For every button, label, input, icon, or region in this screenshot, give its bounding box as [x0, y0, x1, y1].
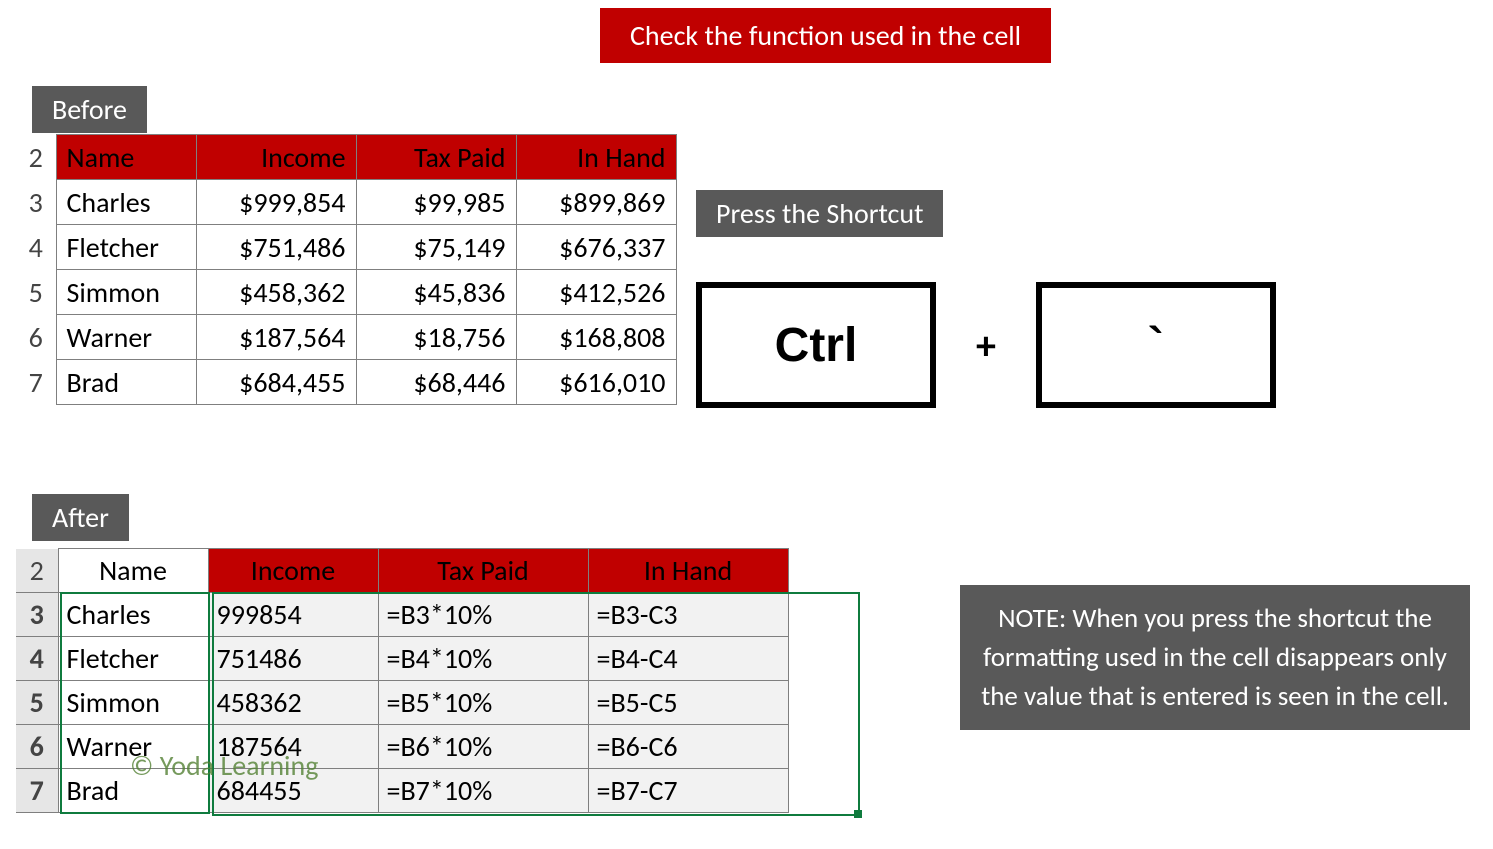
- table-row: 5 Simmon $458,362 $45,836 $412,526: [16, 270, 676, 315]
- row-number: 2: [16, 135, 56, 180]
- cell-tax: =B6*10%: [378, 725, 588, 769]
- before-label: Before: [32, 86, 147, 133]
- cell-inhand: =B6-C6: [588, 725, 788, 769]
- cell-income: 751486: [208, 637, 378, 681]
- row-number: 4: [16, 225, 56, 270]
- cell-tax: =B3*10%: [378, 593, 588, 637]
- keycap-backtick: `: [1036, 282, 1276, 408]
- col-tax: Tax Paid: [378, 549, 588, 593]
- cell-inhand: $899,869: [516, 180, 676, 225]
- table-row: 3 Charles $999,854 $99,985 $899,869: [16, 180, 676, 225]
- row-number: 2: [16, 549, 58, 593]
- col-inhand: In Hand: [516, 135, 676, 180]
- cell-tax: $99,985: [356, 180, 516, 225]
- row-number: 7: [16, 769, 58, 813]
- col-tax: Tax Paid: [356, 135, 516, 180]
- row-number: 5: [16, 270, 56, 315]
- title-banner: Check the function used in the cell: [600, 8, 1051, 63]
- table-header-row: 2 Name Income Tax Paid In Hand: [16, 135, 676, 180]
- cell-inhand: $616,010: [516, 360, 676, 405]
- keycap-area: Ctrl + `: [696, 282, 1276, 408]
- cell-name: Simmon: [56, 270, 196, 315]
- row-number: 3: [16, 593, 58, 637]
- row-number: 7: [16, 360, 56, 405]
- row-number: 3: [16, 180, 56, 225]
- col-income: Income: [196, 135, 356, 180]
- cell-name: Charles: [58, 593, 208, 637]
- cell-inhand: =B3-C3: [588, 593, 788, 637]
- cell-income: $684,455: [196, 360, 356, 405]
- table-row: 6 Warner $187,564 $18,756 $168,808: [16, 315, 676, 360]
- cell-tax: $68,446: [356, 360, 516, 405]
- table-row: 4 Fletcher 751486 =B4*10% =B4-C4: [16, 637, 788, 681]
- row-number: 6: [16, 725, 58, 769]
- cell-income: $187,564: [196, 315, 356, 360]
- cell-inhand: $676,337: [516, 225, 676, 270]
- table-row: 5 Simmon 458362 =B5*10% =B5-C5: [16, 681, 788, 725]
- table-row: 3 Charles 999854 =B3*10% =B3-C3: [16, 593, 788, 637]
- row-number: 4: [16, 637, 58, 681]
- cell-name: Simmon: [58, 681, 208, 725]
- selection-handle-icon: [854, 810, 862, 818]
- table-row: 4 Fletcher $751,486 $75,149 $676,337: [16, 225, 676, 270]
- shortcut-label: Press the Shortcut: [696, 190, 943, 237]
- cell-income: $458,362: [196, 270, 356, 315]
- table-row: 7 Brad $684,455 $68,446 $616,010: [16, 360, 676, 405]
- row-number: 5: [16, 681, 58, 725]
- cell-income: $999,854: [196, 180, 356, 225]
- cell-name: Fletcher: [56, 225, 196, 270]
- cell-tax: =B5*10%: [378, 681, 588, 725]
- plus-icon: +: [976, 321, 996, 370]
- cell-tax: $18,756: [356, 315, 516, 360]
- cell-income: 458362: [208, 681, 378, 725]
- after-label: After: [32, 494, 129, 541]
- cell-inhand: =B7-C7: [588, 769, 788, 813]
- note-box: NOTE: When you press the shortcut the fo…: [960, 585, 1470, 730]
- cell-income: 999854: [208, 593, 378, 637]
- keycap-ctrl: Ctrl: [696, 282, 936, 408]
- cell-tax: =B4*10%: [378, 637, 588, 681]
- cell-tax: $45,836: [356, 270, 516, 315]
- cell-inhand: $412,526: [516, 270, 676, 315]
- cell-tax: =B7*10%: [378, 769, 588, 813]
- cell-inhand: =B5-C5: [588, 681, 788, 725]
- cell-name: Fletcher: [58, 637, 208, 681]
- cell-inhand: =B4-C4: [588, 637, 788, 681]
- cell-name: Brad: [56, 360, 196, 405]
- cell-income: $751,486: [196, 225, 356, 270]
- table-header-row: 2 Name Income Tax Paid In Hand: [16, 549, 788, 593]
- watermark: © Yoda Learning: [130, 748, 318, 783]
- col-income: Income: [208, 549, 378, 593]
- before-table: 2 Name Income Tax Paid In Hand 3 Charles…: [16, 134, 677, 405]
- col-name: Name: [56, 135, 196, 180]
- cell-inhand: $168,808: [516, 315, 676, 360]
- cell-name: Warner: [56, 315, 196, 360]
- row-number: 6: [16, 315, 56, 360]
- col-inhand: In Hand: [588, 549, 788, 593]
- col-name: Name: [58, 549, 208, 593]
- cell-tax: $75,149: [356, 225, 516, 270]
- cell-name: Charles: [56, 180, 196, 225]
